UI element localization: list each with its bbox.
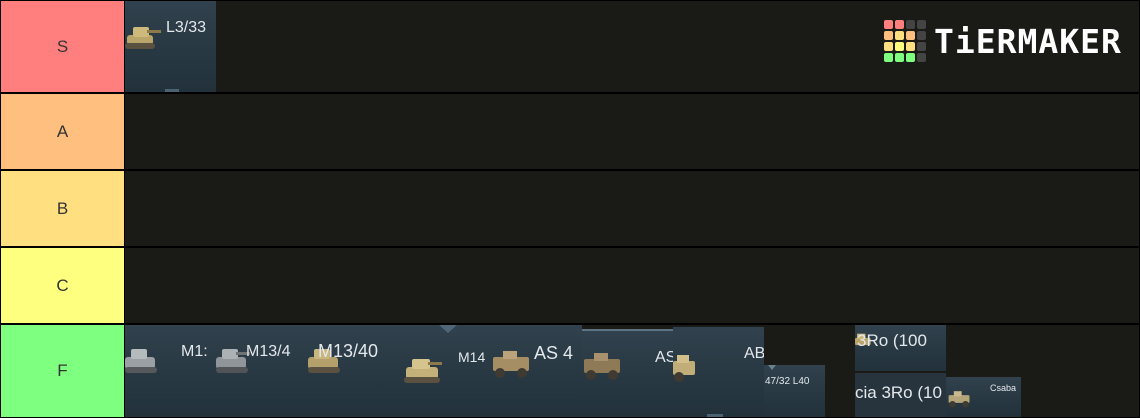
tier-row-f: F M1: M13/4 M13/40 M14 AS 4 A AB 47/32 L… xyxy=(0,324,1140,418)
armored-car-icon xyxy=(584,353,620,380)
tier-label-a[interactable]: A xyxy=(1,94,124,169)
armored-car-icon xyxy=(673,355,695,382)
logo-square xyxy=(895,42,904,51)
armored-car-icon xyxy=(948,391,970,408)
vehicle-tile-as42-b[interactable]: AS xyxy=(582,329,673,417)
logo-square xyxy=(884,42,893,51)
vehicle-tile-l3-33[interactable]: L3/33 xyxy=(125,1,216,92)
vehicle-tile-m13-40-a[interactable]: M13/4 xyxy=(216,325,308,417)
tier-row-c: C xyxy=(0,247,1140,324)
tier-items-b[interactable] xyxy=(125,171,1139,246)
logo-square xyxy=(917,31,926,40)
vehicle-tile-cia-3ro[interactable]: cia 3Ro (10 xyxy=(855,373,946,417)
vehicle-name: M14 xyxy=(458,349,486,365)
logo-square xyxy=(895,31,904,40)
vehicle-tile-as42-a[interactable]: AS 4 xyxy=(491,325,582,417)
vehicle-name: 47/32 L40 xyxy=(765,376,810,387)
vehicle-tile-csaba[interactable]: Csaba xyxy=(946,377,1021,417)
logo-square xyxy=(884,20,893,29)
tier-items-a[interactable] xyxy=(125,94,1139,169)
vehicle-name: M13/4 xyxy=(246,343,291,360)
vehicle-name: L3/33 xyxy=(166,19,207,36)
vehicle-name: cia 3Ro (10 xyxy=(855,383,942,402)
vehicle-name: Csaba xyxy=(990,383,1017,393)
vehicle-tile-m13-40-b[interactable]: M13/40 xyxy=(308,325,399,417)
tier-label-f[interactable]: F xyxy=(1,325,124,417)
logo-square xyxy=(917,53,926,62)
tier-items-f[interactable]: M1: M13/4 M13/40 M14 AS 4 A AB 47/32 L40… xyxy=(125,325,1139,417)
tank-icon xyxy=(125,27,161,49)
tank-icon xyxy=(404,359,442,383)
vehicle-name: AS xyxy=(655,349,673,366)
vehicle-tile-47-32-l40[interactable]: 47/32 L40 xyxy=(764,365,825,417)
tier-list-board: S L3/33 A B C F M1: M13/4 M13/40 M14 AS … xyxy=(0,0,1140,418)
logo-square xyxy=(917,20,926,29)
tile-marker xyxy=(707,414,723,417)
logo-square xyxy=(906,20,915,29)
vehicle-name: AS 4 xyxy=(534,343,574,363)
logo-square xyxy=(895,53,904,62)
logo-square xyxy=(906,42,915,51)
tank-icon xyxy=(125,349,157,373)
logo-grid-icon xyxy=(884,20,926,62)
logo-square xyxy=(884,53,893,62)
vehicle-name: AB xyxy=(744,345,764,362)
logo-square xyxy=(906,53,915,62)
tier-label-s[interactable]: S xyxy=(1,1,124,92)
armored-car-icon xyxy=(493,351,529,378)
tier-row-b: B xyxy=(0,170,1140,247)
logo-text: TiERMAKER xyxy=(934,21,1122,61)
logo-square xyxy=(895,20,904,29)
logo-square xyxy=(884,31,893,40)
vehicle-name: 3Ro (100 xyxy=(857,331,927,350)
vehicle-name: M1: xyxy=(181,343,208,360)
logo-square xyxy=(917,42,926,51)
tier-label-b[interactable]: B xyxy=(1,171,124,246)
tier-items-c[interactable] xyxy=(125,248,1139,323)
tiermaker-logo: TiERMAKER xyxy=(884,20,1122,62)
tile-marker xyxy=(165,89,179,92)
vehicle-tile-ab[interactable]: AB xyxy=(673,327,764,417)
vehicle-tile-m14[interactable]: M14 xyxy=(399,325,491,417)
tier-row-a: A xyxy=(0,93,1140,170)
vehicle-name: M13/40 xyxy=(318,341,379,361)
caret-down-icon xyxy=(768,365,776,370)
logo-square xyxy=(906,31,915,40)
caret-down-icon xyxy=(439,325,457,333)
vehicle-tile-3ro[interactable]: 3Ro (100 xyxy=(855,325,946,371)
tier-label-c[interactable]: C xyxy=(1,248,124,323)
vehicle-tile-m11[interactable]: M1: xyxy=(125,325,216,417)
